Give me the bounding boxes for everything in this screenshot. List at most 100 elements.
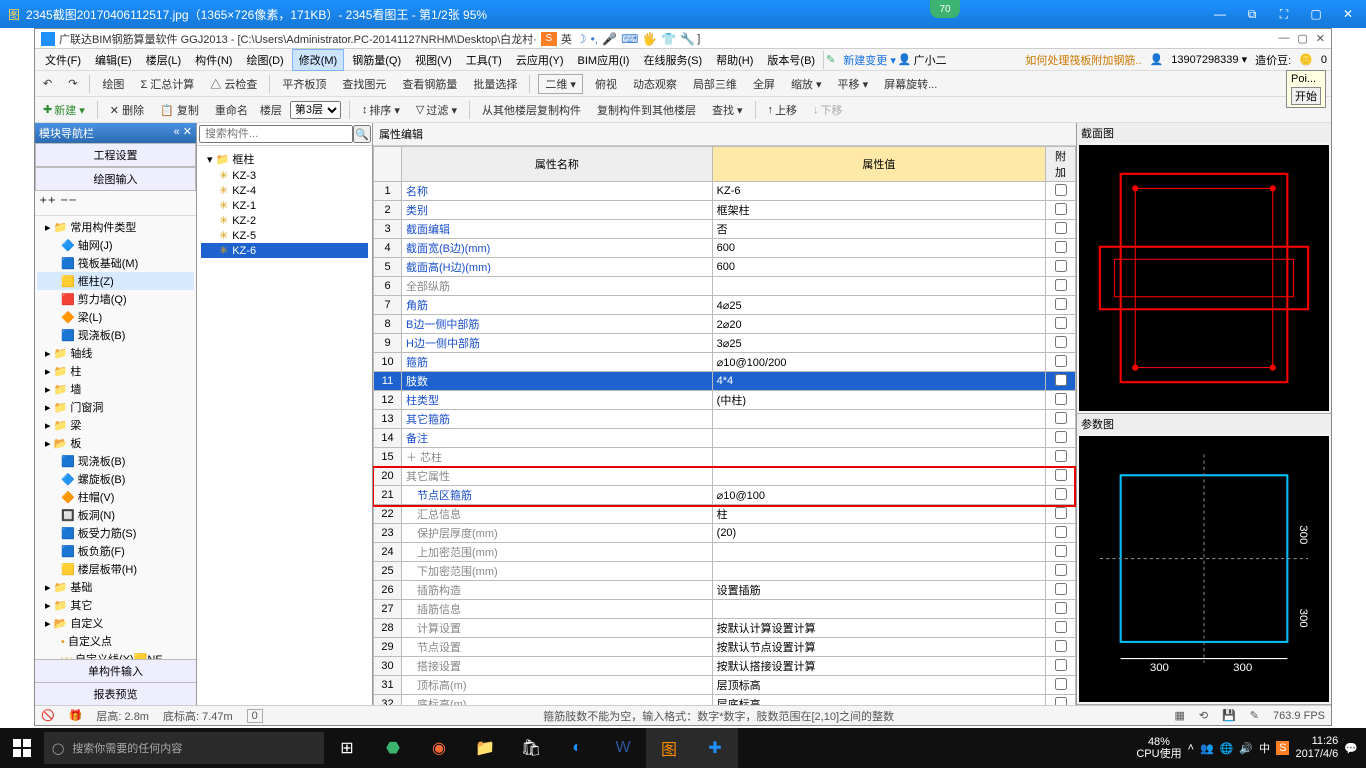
component-tree[interactable]: ▾ 📁 框柱✳KZ-3✳KZ-4✳KZ-1✳KZ-2✳KZ-5✳KZ-6 [197, 146, 372, 705]
prop-extra-checkbox[interactable] [1055, 355, 1067, 367]
taskbar-app-2[interactable]: ◉ [416, 728, 462, 768]
nav-section-report[interactable]: 报表预览 [35, 682, 196, 705]
ime-hand-icon[interactable]: 🖐 [642, 32, 657, 46]
menu-help[interactable]: 帮助(H) [710, 50, 759, 70]
prop-extra-checkbox[interactable] [1055, 260, 1067, 272]
tray-people-icon[interactable]: 👥 [1200, 742, 1214, 755]
nav-node[interactable]: ▸ 📁 基础 [37, 578, 194, 596]
tb-copy[interactable]: 📋 复制 [156, 100, 203, 120]
prop-extra-checkbox[interactable] [1055, 241, 1067, 253]
nav-tree[interactable]: ▸ 📁 常用构件类型🔷 轴网(J)🟦 筏板基础(M)🟨 框柱(Z)🟥 剪力墙(Q… [35, 216, 196, 659]
menu-account[interactable]: 13907298339 ▾ [1171, 53, 1247, 66]
start-button[interactable] [0, 728, 44, 768]
nav-collapse-icon[interactable]: « ✕ [174, 125, 192, 141]
menu-floor[interactable]: 楼层(L) [140, 50, 187, 70]
nav-node[interactable]: 🟥 剪力墙(Q) [37, 290, 194, 308]
nav-node[interactable]: 🟦 筏板基础(M) [37, 254, 194, 272]
property-row[interactable]: 10箍筋⌀10@100/200 [374, 353, 1076, 372]
tb-floor-select[interactable]: 第3层 [290, 101, 341, 119]
param-diagram[interactable]: 300 300 300 300 [1079, 436, 1329, 702]
component-parent[interactable]: ▾ 📁 框柱 [201, 150, 368, 168]
tray-volume-icon[interactable]: 🔊 [1239, 742, 1253, 755]
prop-extra-checkbox[interactable] [1055, 488, 1067, 500]
component-item[interactable]: ✳KZ-3 [201, 168, 368, 183]
prop-extra-checkbox[interactable] [1055, 583, 1067, 595]
tray-notifications-icon[interactable]: 💬 [1344, 742, 1358, 755]
tb-find[interactable]: 查找 ▾ [708, 100, 747, 120]
ime-tool-icon[interactable]: 🔧 [680, 32, 695, 46]
tooltip-start-button[interactable]: 开始 [1291, 87, 1321, 105]
viewer-restore-icon[interactable]: ⧉ [1242, 7, 1262, 22]
tb-zoom[interactable]: 缩放 ▾ [787, 74, 826, 94]
cpu-monitor[interactable]: 48%CPU使用 [1136, 736, 1181, 760]
section-diagram[interactable] [1079, 145, 1329, 411]
prop-extra-checkbox[interactable] [1055, 469, 1067, 481]
prop-extra-checkbox[interactable] [1055, 184, 1067, 196]
prop-extra-checkbox[interactable] [1055, 697, 1067, 706]
prop-extra-checkbox[interactable] [1055, 640, 1067, 652]
tb-filter[interactable]: ▽ 过滤 ▾ [412, 100, 461, 120]
property-row[interactable]: 27 插筋信息 [374, 600, 1076, 619]
nav-node[interactable]: ▸ 📁 其它 [37, 596, 194, 614]
viewer-min-icon[interactable]: — [1210, 7, 1230, 22]
tb-redo[interactable]: ↷ [64, 75, 81, 92]
property-row[interactable]: 7角筋4⌀25 [374, 296, 1076, 315]
menu-file[interactable]: 文件(F) [39, 50, 87, 70]
menu-bim[interactable]: BIM应用(I) [572, 50, 636, 70]
menu-view[interactable]: 视图(V) [409, 50, 458, 70]
taskbar-store-icon[interactable]: 🛍 [508, 728, 554, 768]
menu-help-link[interactable]: 如何处理筏板附加钢筋.. [1025, 52, 1141, 68]
nav-node[interactable]: ▸ 📂 板 [37, 434, 194, 452]
ime-shirt-icon[interactable]: 👕 [661, 32, 676, 46]
nav-node[interactable]: ▸ 📁 门窗洞 [37, 398, 194, 416]
prop-extra-checkbox[interactable] [1055, 678, 1067, 690]
tb-rotate[interactable]: 屏幕旋转... [880, 74, 941, 94]
menu-user[interactable]: 广小二 [914, 52, 947, 68]
component-item[interactable]: ✳KZ-5 [201, 228, 368, 243]
property-row[interactable]: 30 搭接设置按默认搭接设置计算 [374, 657, 1076, 676]
property-row[interactable]: 23 保护层厚度(mm)(20) [374, 524, 1076, 543]
status-save-icon[interactable]: 💾 [1222, 709, 1236, 722]
prop-extra-checkbox[interactable] [1055, 336, 1067, 348]
taskbar-app-1[interactable]: ⬣ [370, 728, 416, 768]
taskbar-explorer-icon[interactable]: 📁 [462, 728, 508, 768]
tb-dim-select[interactable]: 二维 ▾ [538, 74, 583, 94]
app-close-icon[interactable]: ✕ [1316, 32, 1325, 45]
tb-undo[interactable]: ↶ [39, 75, 56, 92]
nav-node[interactable]: 🟦 板受力筋(S) [37, 524, 194, 542]
nav-node[interactable]: 🟦 现浇板(B) [37, 452, 194, 470]
viewer-fullscreen-icon[interactable]: ⛶ [1274, 7, 1294, 22]
property-row[interactable]: 4截面宽(B边)(mm)600 [374, 239, 1076, 258]
tb-batch-select[interactable]: 批量选择 [469, 74, 521, 94]
component-search-input[interactable] [199, 125, 353, 143]
tray-ime-icon[interactable]: 中 [1259, 740, 1270, 756]
ime-moon-icon[interactable]: ☽ [576, 32, 587, 46]
nav-node[interactable]: 🔶 柱帽(V) [37, 488, 194, 506]
prop-extra-checkbox[interactable] [1055, 374, 1067, 386]
tray-network-icon[interactable]: 🌐 [1220, 742, 1234, 755]
menu-edit[interactable]: 编辑(E) [89, 50, 138, 70]
component-item[interactable]: ✳KZ-1 [201, 198, 368, 213]
nav-node[interactable]: 🟦 板负筋(F) [37, 542, 194, 560]
ime-toolbar[interactable]: S 英 ☽ •, 🎤 ⌨ 🖐 👕 🔧 [541, 31, 695, 47]
property-row[interactable]: 2类别框架柱 [374, 201, 1076, 220]
taskbar-imgviewer-icon[interactable]: 图 [646, 728, 692, 768]
tb-new[interactable]: ✚ 新建 ▾ [39, 100, 89, 120]
nav-node[interactable]: ▸ 📁 梁 [37, 416, 194, 434]
tb-find-elem[interactable]: 查找图元 [338, 74, 390, 94]
prop-extra-checkbox[interactable] [1055, 545, 1067, 557]
prop-extra-checkbox[interactable] [1055, 659, 1067, 671]
taskbar-search[interactable]: ◯ 搜索你需要的任何内容 [44, 732, 324, 764]
ime-mic-icon[interactable]: 🎤 [602, 32, 617, 46]
menu-tools[interactable]: 工具(T) [460, 50, 508, 70]
app-max-icon[interactable]: ▢ [1297, 32, 1307, 45]
ime-punct-icon[interactable]: •, [591, 32, 599, 46]
nav-section-single-input[interactable]: 单构件输入 [35, 659, 196, 682]
property-row[interactable]: 24 上加密范围(mm) [374, 543, 1076, 562]
tb-rename[interactable]: 重命名 [211, 100, 252, 120]
nav-node[interactable]: ▸ 📂 自定义 [37, 614, 194, 632]
tb-sum[interactable]: Σ 汇总计算 [136, 74, 198, 94]
menu-new-change[interactable]: 新建变更 ▾ [843, 52, 896, 68]
tray-sogou-icon[interactable]: S [1276, 741, 1289, 755]
property-row[interactable]: 20其它属性 [374, 467, 1076, 486]
